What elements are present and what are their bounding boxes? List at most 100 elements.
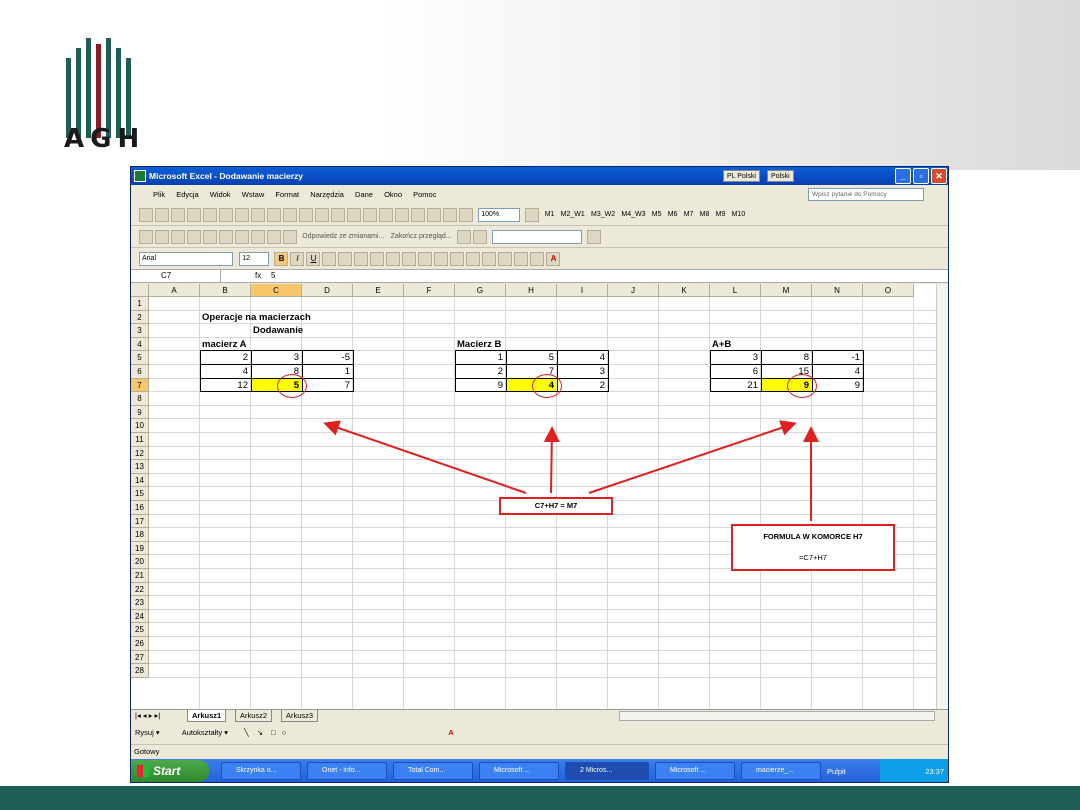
erase-border-icon[interactable] xyxy=(472,230,487,244)
review-icon-4[interactable] xyxy=(187,230,201,244)
hyperlink-icon[interactable] xyxy=(379,208,393,222)
review-icon[interactable] xyxy=(139,230,153,244)
new-icon[interactable] xyxy=(139,208,153,222)
column-header[interactable]: A xyxy=(149,284,200,297)
draw-font-color-icon[interactable]: A xyxy=(448,728,453,737)
align-center-icon[interactable] xyxy=(338,252,353,266)
currency-icon[interactable] xyxy=(386,252,401,266)
cut-icon[interactable] xyxy=(283,208,297,222)
tab-arkusz1[interactable]: Arkusz1 xyxy=(187,710,227,722)
paste-icon[interactable] xyxy=(315,208,329,222)
task-macierze[interactable]: macierze_... xyxy=(741,762,821,780)
font-color-icon[interactable]: A xyxy=(546,252,561,266)
spelling-icon[interactable] xyxy=(251,208,265,222)
row-header[interactable]: 5 xyxy=(131,351,149,365)
menu-pomoc[interactable]: Pomoc xyxy=(413,190,436,199)
row-header[interactable]: 16 xyxy=(131,501,149,515)
indent-icon[interactable] xyxy=(498,252,513,266)
menu-narzedzia[interactable]: Narzędzia xyxy=(310,190,344,199)
ask-help-input[interactable]: Wpisz pytanie do Pomocy xyxy=(808,188,924,201)
open-icon[interactable] xyxy=(155,208,169,222)
menu-plik[interactable]: Plik xyxy=(153,190,165,199)
row-header[interactable]: 1 xyxy=(131,297,149,311)
worksheet-grid[interactable]: A B C D E F G H I J K L M N O 1 2 3 4 5 6 7 8 9 10 11 12 13 14 15 16 17… xyxy=(131,284,936,709)
align-right-icon[interactable] xyxy=(354,252,369,266)
borders-icon[interactable] xyxy=(514,252,529,266)
preview-icon[interactable] xyxy=(235,208,249,222)
row-header[interactable]: 10 xyxy=(131,419,149,433)
decrease-decimal-icon[interactable] xyxy=(466,252,481,266)
review-icon-2[interactable] xyxy=(155,230,169,244)
macro-m9[interactable]: M9 xyxy=(716,208,726,222)
row-header[interactable]: 14 xyxy=(131,473,149,488)
merge-center-icon[interactable] xyxy=(370,252,385,266)
redo-icon[interactable] xyxy=(363,208,377,222)
tab-arkusz2[interactable]: Arkusz2 xyxy=(235,710,273,722)
vertical-scrollbar[interactable] xyxy=(936,284,948,709)
autoshapes-menu[interactable]: Autokształty xyxy=(182,728,222,737)
task-onet[interactable]: Onet - info... xyxy=(307,762,387,780)
sort-asc-icon[interactable] xyxy=(411,208,425,222)
menu-wstaw[interactable]: Wstaw xyxy=(242,190,265,199)
autosum-icon[interactable] xyxy=(395,208,409,222)
macro-m6[interactable]: M6 xyxy=(668,208,678,222)
column-header[interactable]: K xyxy=(659,284,710,297)
fx-icon[interactable]: fx xyxy=(255,270,261,282)
thousands-icon[interactable] xyxy=(418,252,433,266)
row-header[interactable]: 3 xyxy=(131,324,149,338)
outdent-icon[interactable] xyxy=(482,252,497,266)
column-header[interactable]: L xyxy=(710,284,761,297)
row-header[interactable]: 4 xyxy=(131,337,149,352)
email-icon[interactable] xyxy=(203,208,217,222)
row-header[interactable]: 11 xyxy=(131,433,149,447)
review-icon-8[interactable] xyxy=(251,230,265,244)
font-size-select[interactable]: 12 xyxy=(239,252,270,266)
column-header[interactable]: G xyxy=(455,284,506,297)
column-header[interactable]: B xyxy=(200,284,251,297)
fill-color-icon[interactable] xyxy=(530,252,545,266)
macro-m1[interactable]: M1 xyxy=(545,208,555,222)
draw-border-icon[interactable] xyxy=(456,230,471,244)
review-icon-9[interactable] xyxy=(267,230,281,244)
row-header[interactable]: 26 xyxy=(131,637,149,651)
review-icon-10[interactable] xyxy=(283,230,297,244)
menu-format[interactable]: Format xyxy=(275,190,299,199)
review-icon-5[interactable] xyxy=(203,230,217,244)
review-icon-6[interactable] xyxy=(219,230,233,244)
row-header[interactable]: 12 xyxy=(131,446,149,461)
menu-widok[interactable]: Widok xyxy=(210,190,231,199)
select-all-corner[interactable] xyxy=(131,284,149,297)
row-header[interactable]: 15 xyxy=(131,487,149,501)
review-icon-3[interactable] xyxy=(171,230,185,244)
italic-icon[interactable]: I xyxy=(290,252,305,266)
row-header[interactable]: 23 xyxy=(131,596,149,610)
font-select[interactable]: Arial xyxy=(139,252,233,266)
row-header[interactable]: 20 xyxy=(131,555,149,569)
sort-desc-icon[interactable] xyxy=(427,208,441,222)
row-header[interactable]: 17 xyxy=(131,514,149,529)
keyboard-indicator[interactable]: Polski xyxy=(767,170,794,182)
column-header[interactable]: E xyxy=(353,284,404,297)
arrow-icon[interactable]: ↘ xyxy=(257,728,263,737)
permission-icon[interactable] xyxy=(187,208,201,222)
end-review-button[interactable]: Zakończ przegląd... xyxy=(391,230,452,244)
undo-icon[interactable] xyxy=(347,208,361,222)
macro-m10[interactable]: M10 xyxy=(732,208,746,222)
column-header[interactable]: C xyxy=(251,284,302,297)
reply-with-changes-button[interactable]: Odpowiedz ze zmianami... xyxy=(302,230,384,244)
column-header[interactable]: F xyxy=(404,284,455,297)
row-header[interactable]: 2 xyxy=(131,310,149,325)
task-microsoft-1[interactable]: Microsoft ... xyxy=(479,762,559,780)
row-header[interactable]: 18 xyxy=(131,528,149,542)
macro-m4[interactable]: M4_W3 xyxy=(621,208,645,222)
menu-okno[interactable]: Okno xyxy=(384,190,402,199)
horizontal-scrollbar[interactable] xyxy=(619,711,935,721)
macro-m2[interactable]: M2_W1 xyxy=(561,208,585,222)
copy-icon[interactable] xyxy=(299,208,313,222)
task-microsoft-2[interactable]: Microsoft ... xyxy=(655,762,735,780)
line-color-icon[interactable] xyxy=(587,230,602,244)
start-button[interactable]: Start xyxy=(131,760,209,782)
row-header[interactable]: 7 xyxy=(131,378,149,393)
line-icon[interactable]: ╲ xyxy=(244,728,249,737)
column-header[interactable]: N xyxy=(812,284,863,297)
